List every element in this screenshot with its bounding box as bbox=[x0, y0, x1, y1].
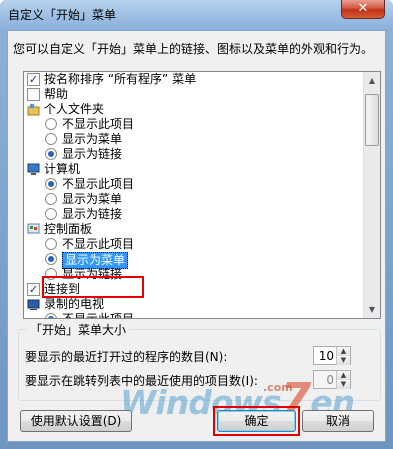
option-label: 按名称排序 “所有程序” 菜单 bbox=[44, 72, 197, 86]
stepper-down-icon[interactable]: ▼ bbox=[336, 356, 350, 365]
vertical-scrollbar[interactable]: ▲ ▼ bbox=[363, 72, 380, 318]
group-title: 「开始」菜单大小 bbox=[27, 321, 130, 338]
recent-programs-label: 要显示的最近打开过的程序的数目(N): bbox=[25, 350, 228, 364]
control-panel-icon bbox=[27, 223, 40, 236]
option-label: 不显示此项目 bbox=[62, 117, 135, 131]
list-item[interactable]: 不显示此项目 bbox=[24, 312, 364, 319]
intro-text: 您可以自定义「开始」菜单上的链接、图标以及菜单的外观和行为。 bbox=[13, 42, 374, 56]
list-item[interactable]: 录制的电视 bbox=[24, 297, 364, 312]
list-item[interactable]: 显示为菜单 bbox=[24, 192, 364, 207]
option-label: 不显示此项目 bbox=[62, 177, 135, 191]
option-label: 录制的电视 bbox=[44, 297, 105, 311]
recent-programs-stepper[interactable]: 10 ▲ ▼ bbox=[313, 346, 351, 365]
list-item[interactable]: 计算机 bbox=[24, 162, 364, 177]
close-icon: ✕ bbox=[357, 1, 369, 16]
radio-selected[interactable] bbox=[45, 178, 57, 190]
radio-unselected[interactable] bbox=[45, 193, 57, 205]
close-button[interactable]: ✕ bbox=[341, 0, 385, 19]
list-item[interactable]: ✓ 按名称排序 “所有程序” 菜单 bbox=[24, 72, 364, 87]
use-defaults-button[interactable]: 使用默认设置(D) bbox=[20, 410, 132, 432]
recent-programs-value: 10 bbox=[318, 349, 334, 363]
scroll-thumb[interactable] bbox=[365, 94, 379, 146]
radio-unselected[interactable] bbox=[45, 208, 57, 220]
checkbox-checked[interactable]: ✓ bbox=[27, 283, 40, 296]
list-item[interactable]: 不显示此项目 bbox=[24, 177, 364, 192]
window-title: 自定义「开始」菜单 bbox=[8, 8, 117, 22]
option-label: 个人文件夹 bbox=[44, 102, 105, 116]
radio-unselected[interactable] bbox=[45, 118, 57, 130]
title-bar: 自定义「开始」菜单 ✕ bbox=[0, 0, 393, 30]
radio-selected[interactable] bbox=[45, 148, 57, 160]
radio-unselected[interactable] bbox=[45, 238, 57, 250]
option-label: 显示为菜单 bbox=[62, 132, 123, 146]
user-folder-icon bbox=[27, 103, 40, 116]
recorded-tv-icon bbox=[27, 298, 40, 311]
list-item[interactable]: 控制面板 bbox=[24, 222, 364, 237]
list-item[interactable]: 个人文件夹 bbox=[24, 102, 364, 117]
radio-selected[interactable] bbox=[45, 253, 57, 265]
annotation-highlight-box bbox=[42, 276, 144, 298]
cancel-button[interactable]: 取消 bbox=[302, 410, 374, 432]
start-menu-options-list[interactable]: ✓ 按名称排序 “所有程序” 菜单 帮助 个人文件夹 不显示此项目 显示为菜单 显示为链接计… bbox=[23, 71, 381, 319]
list-item[interactable]: 显示为链接 bbox=[24, 207, 364, 222]
computer-icon bbox=[27, 163, 40, 176]
list-item[interactable]: 帮助 bbox=[24, 87, 364, 102]
scroll-down-icon[interactable]: ▼ bbox=[364, 301, 380, 318]
watermark-domain: .com bbox=[263, 381, 293, 394]
option-label: 计算机 bbox=[44, 162, 81, 176]
list-item[interactable]: 显示为菜单 bbox=[24, 252, 364, 269]
checkbox-checked[interactable]: ✓ bbox=[27, 73, 40, 86]
radio-selected[interactable] bbox=[45, 313, 57, 318]
stepper-up-icon[interactable]: ▲ bbox=[336, 347, 350, 356]
list-item[interactable]: 不显示此项目 bbox=[24, 237, 364, 252]
dialog-window: 自定义「开始」菜单 ✕ 您可以自定义「开始」菜单上的链接、图标以及菜单的外观和行… bbox=[0, 0, 393, 449]
dialog-client-area: 您可以自定义「开始」菜单上的链接、图标以及菜单的外观和行为。 ✓ 按名称排序 “所… bbox=[7, 30, 386, 442]
list-item[interactable]: 显示为菜单 bbox=[24, 132, 364, 147]
option-label: 不显示此项目 bbox=[62, 237, 135, 251]
option-label: 显示为菜单 bbox=[62, 192, 123, 206]
radio-unselected[interactable] bbox=[45, 133, 57, 145]
option-label: 显示为链接 bbox=[62, 147, 123, 161]
list-item[interactable]: 不显示此项目 bbox=[24, 117, 364, 132]
list-item[interactable]: 显示为链接 bbox=[24, 147, 364, 162]
option-label: 不显示此项目 bbox=[62, 312, 135, 319]
option-label: 显示为链接 bbox=[62, 207, 123, 221]
ok-button[interactable]: 确定 bbox=[217, 410, 296, 432]
option-label: 帮助 bbox=[44, 87, 69, 101]
checkbox-unchecked[interactable] bbox=[27, 88, 40, 101]
option-label: 控制面板 bbox=[44, 222, 93, 236]
scroll-up-icon[interactable]: ▲ bbox=[364, 72, 380, 89]
